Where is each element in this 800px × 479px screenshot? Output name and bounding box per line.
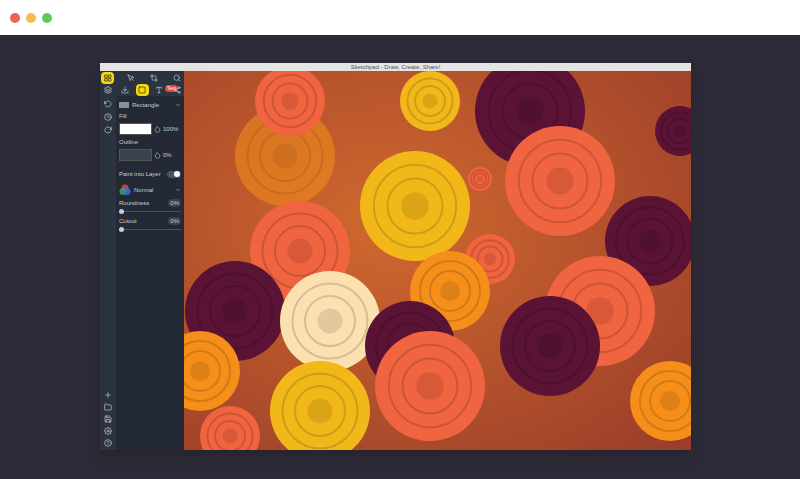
- folder-icon: [104, 403, 112, 411]
- paint-into-layer[interactable]: Paint into Layer: [119, 170, 181, 178]
- title-bar: Sketchpad - Draw, Create, Share!: [100, 63, 691, 71]
- shape-select[interactable]: Rectangle: [119, 101, 181, 109]
- tool-button[interactable]: [124, 72, 137, 84]
- blend-select[interactable]: Normal: [119, 184, 181, 196]
- slider-row: Cutout 0%: [119, 217, 181, 232]
- slider-reading[interactable]: 0%: [168, 199, 181, 207]
- slider-label: Cutout: [119, 217, 137, 225]
- color-wheel-icon: [119, 184, 131, 196]
- opacity-icon: [154, 152, 161, 159]
- artwork: [184, 71, 691, 450]
- slider-label: Roundness: [119, 199, 149, 207]
- slider-track[interactable]: [119, 209, 181, 214]
- fill-opacity[interactable]: 100%: [163, 125, 178, 133]
- outline-label: Outline: [119, 138, 181, 146]
- tool-button[interactable]: [136, 84, 149, 96]
- slider-track[interactable]: [119, 227, 181, 232]
- window-dot[interactable]: [10, 13, 20, 23]
- toggle[interactable]: [167, 171, 181, 178]
- opacity-icon: [154, 126, 161, 133]
- settings-icon: [104, 427, 112, 435]
- tool-button[interactable]: [170, 72, 183, 84]
- tool-button[interactable]: [101, 72, 114, 84]
- save-icon: [104, 415, 112, 423]
- toolbar-row: [100, 72, 184, 84]
- history-icon: [104, 113, 112, 121]
- fill-swatch[interactable]: [119, 123, 152, 135]
- redo-icon: [104, 126, 112, 134]
- outline-swatch[interactable]: [119, 149, 152, 161]
- crop-icon: [150, 74, 158, 82]
- layers-icon: [104, 86, 112, 94]
- tool-button[interactable]: [118, 84, 131, 96]
- chevron-icon: [175, 187, 181, 193]
- tool-button[interactable]: [102, 437, 115, 449]
- search-icon: [173, 74, 181, 82]
- fill-label: Fill: [119, 112, 181, 120]
- tool-button[interactable]: Text: [153, 84, 166, 96]
- toolbar-row: Text: [100, 84, 184, 96]
- tool-button[interactable]: [102, 111, 115, 123]
- plus-icon: [104, 391, 112, 399]
- tool-button[interactable]: [102, 401, 115, 413]
- tool-button[interactable]: [102, 98, 115, 110]
- tool-button[interactable]: [102, 413, 115, 425]
- slider-reading[interactable]: 0%: [168, 217, 181, 225]
- tool-button[interactable]: [102, 124, 115, 136]
- tool-button[interactable]: [102, 389, 115, 401]
- chevron-icon: [175, 102, 181, 108]
- tool-button[interactable]: [101, 84, 114, 96]
- help-icon: [104, 439, 112, 447]
- stamp-icon: [121, 86, 129, 94]
- slider-row: Roundness 0%: [119, 199, 181, 214]
- window-title: Sketchpad - Draw, Create, Share!: [351, 63, 441, 71]
- rectangle-icon: [138, 86, 146, 94]
- sidebar: Text Rectangle Fill 100% Outline 0% Paint into…: [100, 71, 184, 450]
- share-icon: [173, 86, 181, 94]
- pointer-icon: [127, 74, 135, 82]
- tool-button[interactable]: [102, 425, 115, 437]
- undo-icon: [104, 100, 112, 108]
- tool-button[interactable]: [170, 84, 183, 96]
- app-window: Sketchpad - Draw, Create, Share!TextRect…: [100, 63, 691, 450]
- side-column: [100, 96, 116, 450]
- page-bar: [0, 0, 800, 35]
- canvas[interactable]: [184, 71, 691, 450]
- tool-button[interactable]: [147, 72, 160, 84]
- window-dot[interactable]: [26, 13, 36, 23]
- properties-panel: Rectangle Fill 100% Outline 0% Paint into Lay…: [116, 96, 184, 450]
- logo-icon: [104, 74, 112, 82]
- outline-opacity[interactable]: 0%: [163, 151, 172, 159]
- text-icon: [155, 86, 163, 94]
- page: Sketchpad - Draw, Create, Share!TextRect…: [0, 0, 800, 479]
- window-dot[interactable]: [42, 13, 52, 23]
